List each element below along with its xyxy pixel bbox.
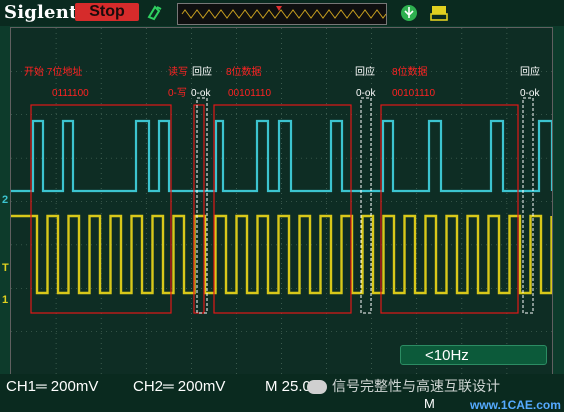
annotation-box — [380, 104, 519, 314]
label-ack-2: 回应 — [355, 67, 375, 78]
ch2-waveform — [11, 119, 552, 193]
label-start-address: 开始 7位地址 — [24, 67, 83, 78]
label-ack-3-value: 0-ok — [520, 88, 540, 99]
label-ack-3: 回应 — [520, 67, 540, 78]
oscilloscope-display: Siglent Stop 开始 7位地址 0111100 读写 0-写 回应 0… — [0, 0, 564, 412]
label-address-bits: 0111100 — [52, 88, 89, 99]
waveform-screen — [10, 27, 553, 376]
brand-logo: Siglent — [4, 2, 78, 23]
label-ack-1-value: 0-ok — [191, 88, 211, 99]
memory-position-bar — [177, 3, 387, 25]
frequency-readout: <10Hz — [400, 345, 547, 365]
label-rw-value: 0-写 — [168, 88, 187, 99]
label-data-1-bits: 00101110 — [228, 88, 272, 99]
ch2-level-marker[interactable]: 2 — [2, 194, 8, 206]
usb-icon — [398, 3, 420, 23]
watermark-text: 信号完整性与高速互联设计 — [332, 378, 500, 394]
printer-icon — [428, 3, 450, 23]
chat-bubble-icon — [307, 380, 327, 394]
ch1-scale[interactable]: CH1═ 200mV — [6, 378, 98, 395]
label-data-2: 8位数据 — [392, 67, 428, 78]
top-status-bar: Siglent Stop — [0, 0, 564, 26]
label-read-write: 读写 — [168, 67, 188, 78]
memory-waveform-preview — [181, 9, 386, 19]
trigger-hand-icon — [144, 3, 166, 23]
site-watermark: www.1CAE.com — [470, 398, 561, 412]
trigger-level-marker[interactable]: T — [2, 262, 9, 274]
ch1-waveform — [11, 214, 552, 295]
label-ack-2-value: 0-ok — [356, 88, 376, 99]
ch1-level-marker[interactable]: 1 — [2, 294, 8, 306]
run-stop-status[interactable]: Stop — [75, 3, 139, 21]
label-data-2-bits: 00101110 — [392, 88, 436, 99]
ch2-scale[interactable]: CH2═ 200mV — [133, 378, 225, 395]
timebase-secondary: M — [424, 396, 435, 411]
label-ack-1: 回应 — [192, 67, 212, 78]
label-data-1: 8位数据 — [226, 67, 262, 78]
